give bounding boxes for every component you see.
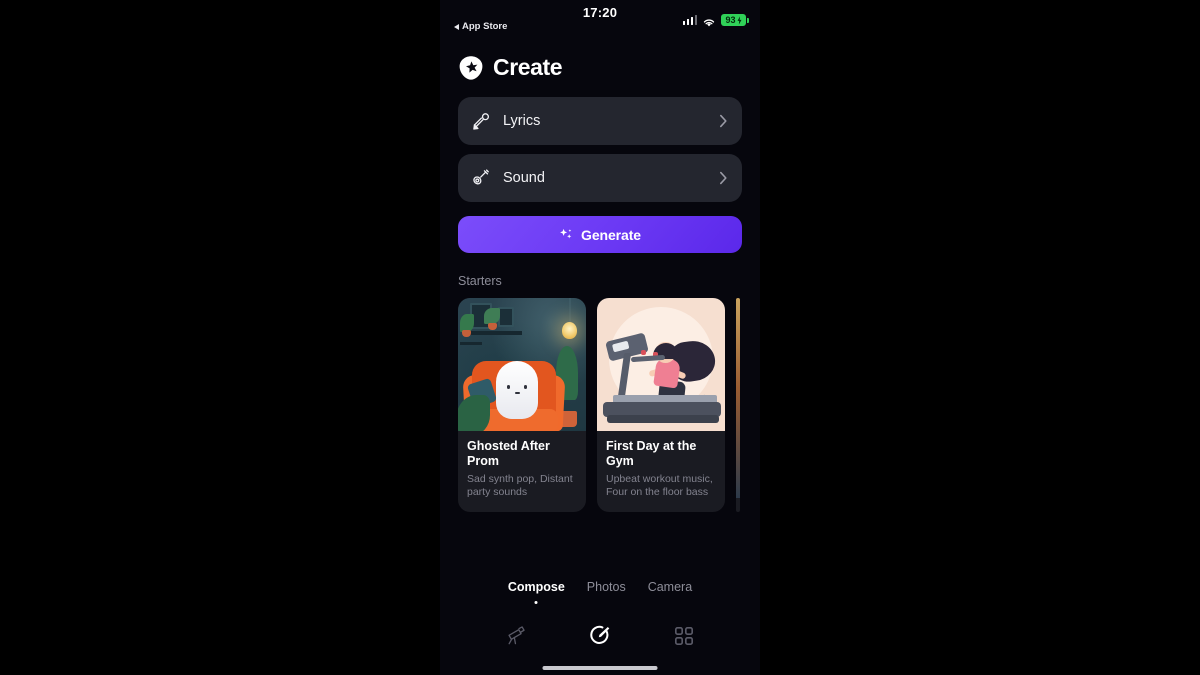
home-indicator xyxy=(542,666,658,670)
starters-section-title: Starters xyxy=(458,274,502,288)
status-bar: 17:20 App Store 93 xyxy=(440,0,760,40)
ghost-in-armchair-illustration xyxy=(458,298,586,431)
mode-tab-photos[interactable]: Photos xyxy=(587,578,626,596)
microphone-icon xyxy=(472,112,491,131)
triangle-left-icon xyxy=(454,23,459,30)
tab-explore[interactable] xyxy=(499,621,533,655)
starter-card-first-day-at-the-gym[interactable]: First Day at the Gym Upbeat workout musi… xyxy=(597,298,725,512)
status-bar-back-label: App Store xyxy=(462,21,508,32)
starters-carousel[interactable]: Ghosted After Prom Sad synth pop, Distan… xyxy=(440,288,760,512)
sparkles-icon xyxy=(559,228,573,242)
option-label-sound: Sound xyxy=(503,170,545,186)
cellular-bars-icon xyxy=(682,15,697,25)
girl-on-treadmill-illustration xyxy=(597,298,725,431)
chevron-right-icon xyxy=(719,171,728,185)
starter-card-next-partial[interactable] xyxy=(736,298,740,512)
partially-visible-card xyxy=(736,298,740,498)
chevron-right-icon xyxy=(719,114,728,128)
create-options-list: Lyrics Sound xyxy=(440,81,760,202)
page-title: Create xyxy=(493,54,563,80)
screenshot-stage: 17:20 App Store 93 Create Lyrics Sound G… xyxy=(0,0,1200,675)
phone-viewport: 17:20 App Store 93 Create Lyrics Sound G… xyxy=(440,0,760,675)
option-row-sound[interactable]: Sound xyxy=(458,154,742,202)
generate-button-label: Generate xyxy=(581,226,641,243)
starter-card-ghosted-after-prom[interactable]: Ghosted After Prom Sad synth pop, Distan… xyxy=(458,298,586,512)
mode-tab-compose[interactable]: Compose xyxy=(508,578,565,596)
option-row-lyrics[interactable]: Lyrics xyxy=(458,97,742,145)
starter-card-subtitle: Upbeat workout music, Four on the floor … xyxy=(606,473,713,499)
mode-tab-camera[interactable]: Camera xyxy=(648,578,692,596)
tab-library[interactable] xyxy=(667,621,701,655)
mode-tab-label: Photos xyxy=(586,580,626,594)
ghost-character xyxy=(496,361,538,419)
status-bar-indicators: 93 xyxy=(682,14,749,26)
app-logo-pick-star-icon xyxy=(458,55,484,81)
mode-tab-label: Camera xyxy=(647,580,693,594)
starter-card-text: Ghosted After Prom Sad synth pop, Distan… xyxy=(458,431,586,512)
grid-library-icon xyxy=(674,626,694,651)
guitar-icon xyxy=(472,168,491,188)
app-header: Create xyxy=(440,40,760,81)
battery-level-label: 93 xyxy=(725,14,736,25)
option-label-lyrics: Lyrics xyxy=(503,113,541,129)
starter-card-text: First Day at the Gym Upbeat workout musi… xyxy=(597,431,725,512)
tab-create[interactable] xyxy=(583,621,617,655)
battery-charging-icon: 93 xyxy=(721,14,749,26)
generate-button[interactable]: Generate xyxy=(458,216,742,253)
mode-tab-label: Compose xyxy=(507,580,565,594)
mode-switcher: Compose Photos Camera xyxy=(440,578,760,596)
wifi-icon xyxy=(702,15,716,26)
compose-circle-pen-icon xyxy=(589,624,612,652)
telescope-icon xyxy=(506,625,527,651)
bottom-tab-bar xyxy=(440,621,760,655)
starter-card-subtitle: Sad synth pop, Distant party sounds xyxy=(467,473,573,499)
starter-card-title: Ghosted After Prom xyxy=(467,439,550,468)
status-bar-back-to-app[interactable]: App Store xyxy=(454,21,507,32)
starter-card-title: First Day at the Gym xyxy=(606,439,697,468)
generate-button-container: Generate xyxy=(440,202,760,253)
